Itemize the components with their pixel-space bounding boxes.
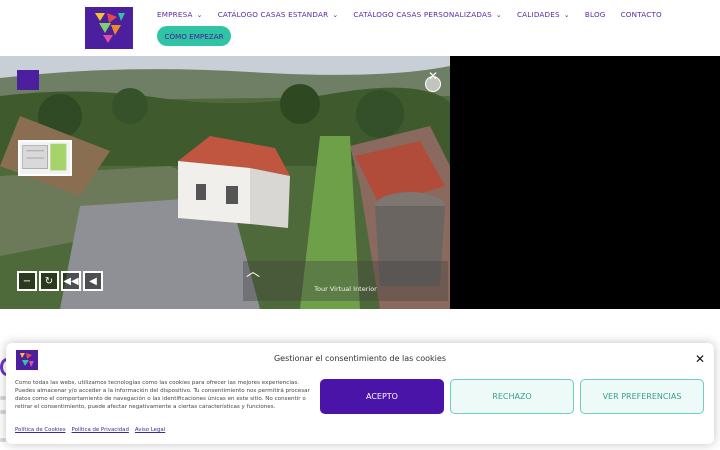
- brand-logo[interactable]: [85, 7, 133, 49]
- rewind-icon[interactable]: ◀◀: [61, 271, 81, 291]
- tour-label-text: Tour Virtual Interior: [314, 285, 377, 293]
- tour-label-panel[interactable]: Tour Virtual Interior: [243, 261, 448, 301]
- nav-item-empresa[interactable]: EMPRESA ⌄: [157, 10, 203, 19]
- chevron-down-icon: ⌄: [196, 10, 203, 19]
- reject-button[interactable]: RECHAZO: [450, 379, 574, 414]
- main-nav: EMPRESA ⌄ CATÁLOGO CASAS ESTANDAR ⌄ CATÁ…: [157, 10, 677, 19]
- nav-item-label: CALIDADES: [516, 10, 560, 19]
- rotate-icon[interactable]: ↻: [39, 271, 59, 291]
- nav-item-catalogo-personalizadas[interactable]: CATÁLOGO CASAS PERSONALIZADAS ⌄: [353, 10, 502, 19]
- chevron-down-icon: ⌄: [332, 10, 339, 19]
- nav-item-catalogo-estandar[interactable]: CATÁLOGO CASAS ESTANDAR ⌄: [218, 10, 339, 19]
- close-icon[interactable]: ✕: [425, 68, 441, 84]
- nav-item-contacto[interactable]: CONTACTO: [621, 10, 662, 19]
- cookie-title: Gestionar el consentimiento de las cooki…: [273, 354, 446, 363]
- preferences-button[interactable]: VER PREFERENCIAS: [580, 379, 704, 414]
- chevron-up-icon[interactable]: ︿: [246, 265, 266, 279]
- cookie-consent-banner: Gestionar el consentimiento de las cooki…: [6, 343, 714, 444]
- privacy-policy-link[interactable]: Política de Privacidad: [72, 427, 129, 433]
- floorplan-thumbnail[interactable]: [18, 140, 72, 176]
- nav-item-label: BLOG: [584, 10, 606, 19]
- nav-item-label: CATÁLOGO CASAS ESTANDAR: [217, 10, 329, 19]
- nav-item-label: EMPRESA: [157, 10, 193, 19]
- floorplan-icon: [22, 143, 67, 171]
- virtual-tour-viewer[interactable]: ✕ − ↻ ◀◀ ◀ Tour Virtual Interior ︿: [0, 56, 450, 309]
- nav-item-label: CONTACTO: [620, 10, 662, 19]
- play-back-icon[interactable]: ◀: [83, 271, 103, 291]
- nav-item-calidades[interactable]: CALIDADES ⌄: [517, 10, 570, 19]
- cookie-message: Como todas las webs, utilizamos tecnolog…: [15, 380, 310, 410]
- site-header: EMPRESA ⌄ CATÁLOGO CASAS ESTANDAR ⌄ CATÁ…: [0, 0, 720, 56]
- nav-item-label: CATÁLOGO CASAS PERSONALIZADAS: [353, 10, 492, 19]
- cookie-links: Política de Cookies Política de Privacid…: [15, 427, 171, 433]
- viewer-controls: − ↻ ◀◀ ◀: [17, 271, 105, 291]
- nav-item-blog[interactable]: BLOG: [585, 10, 606, 19]
- minus-icon[interactable]: −: [17, 271, 37, 291]
- accept-button[interactable]: ACEPTO: [320, 379, 444, 414]
- chevron-down-icon: ⌄: [563, 10, 570, 19]
- cookie-policy-link[interactable]: Política de Cookies: [15, 427, 66, 433]
- viewer-side-panel: [450, 56, 720, 309]
- viewer-logo: [17, 70, 39, 90]
- chevron-down-icon: ⌄: [495, 10, 502, 19]
- legal-notice-link[interactable]: Aviso Legal: [135, 427, 165, 433]
- close-icon[interactable]: ✕: [694, 352, 706, 366]
- como-empezar-button[interactable]: CÓMO EMPEZAR: [157, 26, 231, 46]
